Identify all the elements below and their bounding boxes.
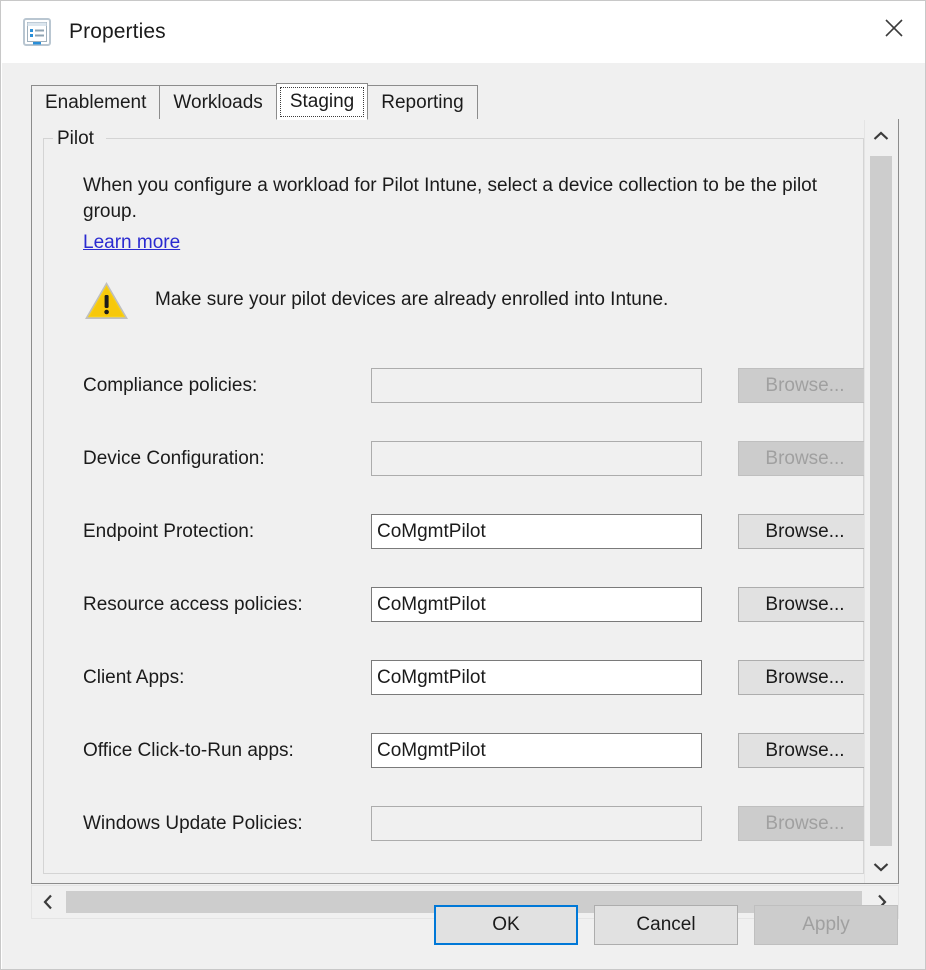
row-label: Office Click-to-Run apps:	[83, 740, 371, 762]
form-row-compliance-policies: Compliance policies: Browse...	[83, 349, 843, 422]
form-row-client-apps: Client Apps: Browse...	[83, 641, 843, 714]
dialog-body: Enablement Workloads Staging Reporting P…	[2, 63, 926, 970]
pilot-group-box: Pilot When you configure a workload for …	[43, 128, 864, 874]
tab-label: Staging	[290, 91, 354, 113]
form-row-device-configuration: Device Configuration: Browse...	[83, 422, 843, 495]
row-label: Compliance policies:	[83, 375, 371, 397]
endpoint-protection-input[interactable]	[371, 514, 702, 549]
cancel-button[interactable]: Cancel	[594, 905, 738, 945]
warning-banner: Make sure your pilot devices are already…	[83, 277, 843, 323]
chevron-down-icon[interactable]	[865, 851, 897, 883]
pilot-collection-form: Compliance policies: Browse... Device Co…	[83, 349, 843, 860]
tab-label: Enablement	[45, 92, 146, 114]
vertical-scrollbar[interactable]	[864, 120, 897, 883]
browse-button-windows-update-policies[interactable]: Browse...	[738, 806, 872, 841]
row-label: Device Configuration:	[83, 448, 371, 470]
row-label: Windows Update Policies:	[83, 813, 371, 835]
tab-reporting[interactable]: Reporting	[367, 85, 477, 119]
warning-triangle-icon	[83, 279, 130, 322]
properties-window-icon	[22, 17, 52, 47]
browse-button-device-configuration[interactable]: Browse...	[738, 441, 872, 476]
form-row-office-click-to-run-apps: Office Click-to-Run apps: Browse...	[83, 714, 843, 787]
properties-dialog-window: Properties Enablement Workloads Staging …	[0, 0, 926, 970]
tab-strip: Enablement Workloads Staging Reporting	[31, 85, 899, 120]
learn-more-link[interactable]: Learn more	[83, 232, 180, 254]
title-bar: Properties	[1, 1, 926, 63]
browse-button-office-click-to-run-apps[interactable]: Browse...	[738, 733, 872, 768]
row-label: Client Apps:	[83, 667, 371, 689]
office-click-to-run-apps-input[interactable]	[371, 733, 702, 768]
row-label: Resource access policies:	[83, 594, 371, 616]
tab-enablement[interactable]: Enablement	[31, 85, 160, 119]
client-apps-input[interactable]	[371, 660, 702, 695]
form-row-endpoint-protection: Endpoint Protection: Browse...	[83, 495, 843, 568]
pilot-group-content: When you configure a workload for Pilot …	[83, 173, 843, 860]
compliance-policies-input[interactable]	[371, 368, 702, 403]
group-box-title: Pilot	[54, 128, 97, 149]
staging-tab-page: Pilot When you configure a workload for …	[31, 119, 899, 884]
tab-label: Reporting	[381, 92, 463, 114]
apply-button[interactable]: Apply	[754, 905, 898, 945]
device-configuration-input[interactable]	[371, 441, 702, 476]
browse-button-endpoint-protection[interactable]: Browse...	[738, 514, 872, 549]
warning-text: Make sure your pilot devices are already…	[155, 289, 668, 311]
resource-access-policies-input[interactable]	[371, 587, 702, 622]
windows-update-policies-input[interactable]	[371, 806, 702, 841]
form-row-windows-update-policies: Windows Update Policies: Browse...	[83, 787, 843, 860]
close-icon[interactable]	[861, 1, 926, 55]
vertical-scrollbar-thumb[interactable]	[870, 156, 892, 846]
row-label: Endpoint Protection:	[83, 521, 371, 543]
dialog-footer: OK Cancel Apply	[418, 905, 898, 945]
tab-label: Workloads	[173, 92, 262, 114]
window-title: Properties	[69, 20, 166, 44]
tab-staging[interactable]: Staging	[276, 83, 368, 120]
form-row-resource-access-policies: Resource access policies: Browse...	[83, 568, 843, 641]
chevron-left-icon[interactable]	[32, 886, 64, 918]
pilot-description: When you configure a workload for Pilot …	[83, 173, 835, 225]
browse-button-resource-access-policies[interactable]: Browse...	[738, 587, 872, 622]
browse-button-compliance-policies[interactable]: Browse...	[738, 368, 872, 403]
ok-button[interactable]: OK	[434, 905, 578, 945]
tab-workloads[interactable]: Workloads	[159, 85, 276, 119]
chevron-up-icon[interactable]	[865, 120, 897, 152]
browse-button-client-apps[interactable]: Browse...	[738, 660, 872, 695]
